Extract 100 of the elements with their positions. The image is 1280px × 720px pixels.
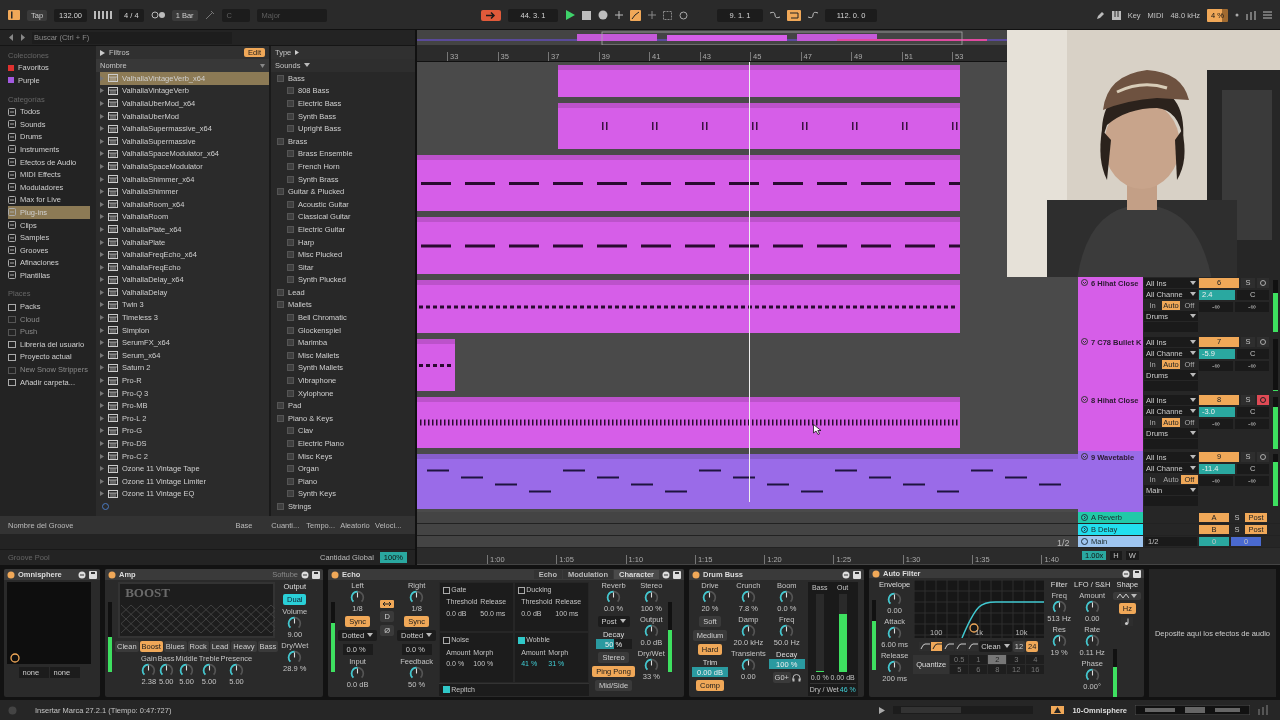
checkbox[interactable] [287, 377, 294, 385]
checkbox[interactable] [287, 225, 294, 233]
knob[interactable] [287, 616, 303, 631]
midi-clip[interactable] [417, 217, 960, 274]
knob[interactable] [179, 663, 195, 678]
arm-button[interactable] [1257, 452, 1269, 462]
expand-icon[interactable] [295, 50, 300, 55]
save-icon[interactable] [312, 570, 320, 579]
knob[interactable] [643, 590, 659, 605]
fold-icon[interactable] [1081, 514, 1088, 521]
knob[interactable] [887, 660, 903, 675]
filter-type-button[interactable] [931, 642, 943, 651]
arm-button[interactable] [1257, 337, 1269, 347]
checkbox[interactable] [287, 175, 294, 183]
arm-button[interactable] [1257, 278, 1269, 288]
power-icon[interactable] [7, 570, 15, 579]
fold-icon[interactable] [1081, 526, 1088, 533]
checkbox[interactable] [443, 686, 451, 694]
power-icon[interactable] [692, 570, 700, 579]
checkbox[interactable] [287, 364, 294, 372]
link-button[interactable] [380, 600, 395, 608]
knob[interactable] [606, 590, 622, 605]
checkbox[interactable] [277, 74, 284, 82]
checkbox[interactable] [287, 339, 294, 347]
checkbox[interactable] [287, 440, 294, 447]
view-toggle-icon[interactable] [8, 10, 20, 20]
empty-field[interactable] [1144, 322, 1198, 332]
checkbox[interactable] [287, 162, 294, 170]
knob[interactable] [1084, 600, 1100, 615]
play-icon[interactable] [879, 706, 886, 714]
checkbox[interactable] [518, 586, 526, 594]
midi-clip[interactable] [417, 454, 1078, 509]
selection-icon[interactable] [663, 10, 672, 20]
power-icon[interactable] [872, 569, 880, 578]
knob[interactable] [141, 663, 157, 678]
checkbox[interactable] [518, 637, 526, 644]
curve-icon[interactable] [770, 11, 780, 19]
checkbox[interactable] [287, 251, 294, 259]
power-icon[interactable] [331, 570, 339, 579]
midi-clip[interactable] [558, 103, 960, 149]
empty-field[interactable] [1144, 439, 1198, 449]
checkbox[interactable] [287, 87, 294, 95]
checkbox[interactable] [277, 414, 284, 422]
knob[interactable] [1051, 600, 1067, 615]
knob[interactable] [1084, 634, 1100, 649]
knob[interactable] [1084, 668, 1100, 683]
menu-icon[interactable] [1263, 11, 1272, 19]
midi-clip[interactable] [417, 155, 960, 211]
device-menu-icon[interactable] [78, 570, 86, 579]
fold-icon[interactable] [1081, 338, 1088, 345]
save-icon[interactable] [673, 570, 681, 579]
knob[interactable] [702, 590, 718, 605]
checkbox[interactable] [277, 301, 284, 309]
metronome-icon[interactable] [150, 11, 165, 19]
power-icon[interactable] [108, 570, 116, 579]
add-icon[interactable] [102, 503, 109, 511]
device-menu-icon[interactable] [301, 570, 309, 579]
fold-icon[interactable] [1081, 396, 1088, 403]
keyboard-icon[interactable] [1111, 10, 1121, 20]
track-button[interactable] [1051, 706, 1065, 714]
knob[interactable] [643, 624, 659, 639]
midi-clip[interactable] [417, 339, 455, 391]
knob[interactable] [350, 666, 366, 681]
midi-clip[interactable] [417, 280, 960, 333]
checkbox[interactable] [287, 263, 294, 271]
checkbox[interactable] [287, 200, 294, 208]
fold-icon[interactable] [1081, 538, 1088, 545]
knob[interactable] [887, 592, 903, 607]
device-menu-icon[interactable] [662, 570, 670, 579]
checkbox[interactable] [287, 125, 294, 133]
headphones-icon[interactable] [791, 673, 801, 682]
knob[interactable] [740, 590, 756, 605]
loop-button[interactable] [787, 9, 801, 21]
bars-icon[interactable] [94, 11, 113, 19]
checkbox[interactable] [287, 490, 294, 498]
save-icon[interactable] [1133, 569, 1141, 578]
midi-clip[interactable] [558, 65, 960, 97]
checkbox[interactable] [287, 314, 294, 322]
device-menu-icon[interactable] [1122, 569, 1130, 578]
knob[interactable] [287, 650, 303, 665]
knob[interactable] [1051, 634, 1067, 649]
stop-button[interactable] [582, 10, 591, 20]
checkbox[interactable] [287, 150, 294, 158]
knob[interactable] [779, 590, 795, 605]
forward-icon[interactable] [20, 34, 26, 41]
checkbox[interactable] [287, 112, 294, 120]
checkbox[interactable] [287, 465, 294, 473]
knob[interactable] [643, 658, 659, 673]
sort-icon[interactable] [260, 63, 265, 68]
follow-button[interactable] [481, 9, 501, 21]
knob[interactable] [350, 590, 366, 605]
checkbox[interactable] [287, 452, 294, 460]
automation-arm-icon[interactable] [630, 9, 641, 21]
knob[interactable] [740, 658, 756, 673]
shape-select[interactable] [1113, 592, 1142, 600]
circle-icon[interactable] [679, 10, 688, 20]
record-button[interactable] [598, 10, 608, 20]
filter-graph[interactable] [913, 580, 1044, 638]
save-icon[interactable] [89, 570, 97, 579]
plus-icon[interactable] [648, 11, 656, 19]
